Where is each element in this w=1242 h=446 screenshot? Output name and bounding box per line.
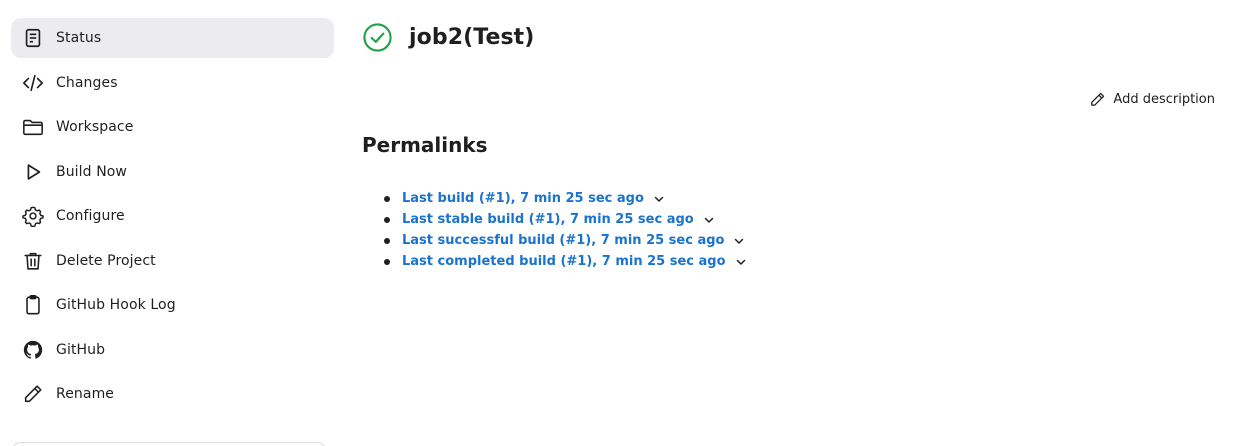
permalinks-title: Permalinks [362,133,488,157]
bullet [384,237,390,244]
sidebar-item-label: Workspace [56,119,134,135]
chevron-down-icon[interactable] [735,256,747,268]
play-icon [22,161,44,183]
add-description-button[interactable]: Add description [1089,91,1215,108]
sidebar-item-label: GitHub [56,341,106,358]
pencil-icon [22,383,44,405]
pencil-icon [1091,92,1105,106]
bullet [384,216,390,223]
sidebar-item-github-hook-log[interactable]: GitHub Hook Log [11,285,334,325]
trash-icon [22,250,44,272]
sidebar-item-label: Build Now [56,163,127,180]
sidebar-item-build-now[interactable]: Build Now [11,152,334,192]
permalinks-list: Last build (#1), 7 min 25 sec ago Last s… [384,188,747,272]
chevron-down-icon[interactable] [733,235,745,247]
chevron-down-icon[interactable] [653,193,665,205]
sidebar-item-status[interactable]: Status [11,18,334,58]
sidebar-widget-edge [11,442,327,446]
page-title: job2(Test) [409,25,535,50]
chevron-down-icon[interactable] [703,214,715,226]
sidebar-item-configure[interactable]: Configure [11,196,334,236]
sidebar-item-rename[interactable]: Rename [11,374,334,414]
folder-icon [22,116,44,138]
sidebar-item-label: Status [56,30,102,46]
permalink-last-stable-build[interactable]: Last stable build (#1), 7 min 25 sec ago [402,212,694,227]
list-item: Last build (#1), 7 min 25 sec ago [384,188,747,209]
sidebar-item-label: Rename [56,386,115,402]
list-item: Last stable build (#1), 7 min 25 sec ago [384,209,747,230]
sidebar-item-github[interactable]: GitHub [11,330,334,370]
bullet [384,258,390,265]
add-description-label: Add description [1113,92,1215,107]
list-item: Last completed build (#1), 7 min 25 sec … [384,251,747,272]
document-icon [22,27,44,49]
code-icon [22,72,44,94]
gear-icon [22,205,44,227]
sidebar-item-label: Delete Project [56,252,156,269]
github-icon [22,339,44,361]
bullet [384,195,390,202]
clipboard-icon [22,294,44,316]
list-item: Last successful build (#1), 7 min 25 sec… [384,230,747,251]
page-header: job2(Test) [362,22,534,53]
sidebar-item-workspace[interactable]: Workspace [11,107,334,147]
permalink-last-successful-build[interactable]: Last successful build (#1), 7 min 25 sec… [402,233,724,248]
success-check-icon [362,22,393,53]
sidebar-item-label: Changes [56,74,118,91]
sidebar-item-delete-project[interactable]: Delete Project [11,241,334,281]
sidebar-item-label: GitHub Hook Log [56,297,176,313]
permalink-last-build[interactable]: Last build (#1), 7 min 25 sec ago [402,191,644,206]
permalink-last-completed-build[interactable]: Last completed build (#1), 7 min 25 sec … [402,254,726,269]
sidebar-item-changes[interactable]: Changes [11,63,334,103]
sidebar-item-label: Configure [56,208,125,224]
sidebar: Status Changes Workspace Build Now Confi… [11,18,334,419]
